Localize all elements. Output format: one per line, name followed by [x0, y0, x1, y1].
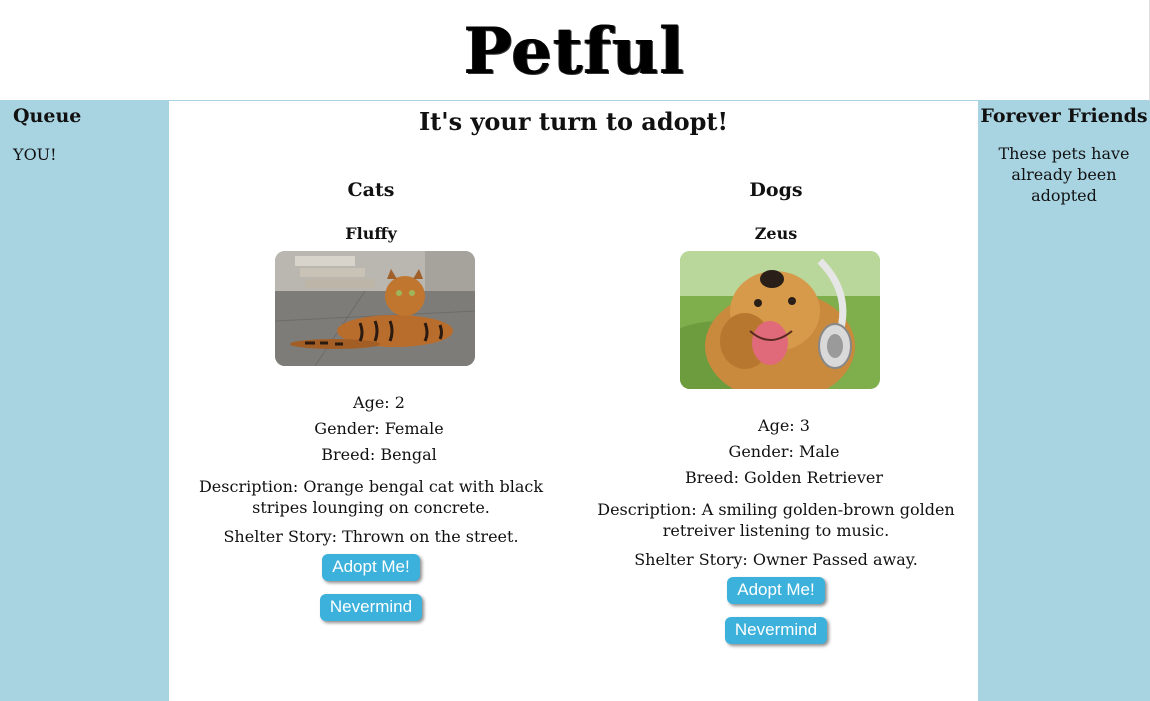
- app-logo: Petful: [463, 14, 686, 89]
- forever-friends-title: Forever Friends: [980, 105, 1148, 127]
- cat-name: Fluffy: [345, 224, 397, 243]
- queue-sidebar: Queue YOU!: [0, 101, 169, 701]
- queue-title: Queue: [13, 105, 82, 127]
- cat-details: Age: 2 Gender: Female Breed: Bengal Desc…: [169, 390, 573, 621]
- header: Petful: [0, 0, 1150, 101]
- forever-friends-sidebar: Forever Friends These pets have already …: [978, 101, 1150, 701]
- dog-photo: [680, 251, 880, 389]
- dog-nevermind-button[interactable]: Nevermind: [724, 617, 828, 644]
- dog-name: Zeus: [754, 224, 798, 243]
- cat-photo: [275, 251, 475, 366]
- cat-nevermind-button[interactable]: Nevermind: [319, 594, 423, 621]
- forever-friends-text: These pets have already been adopted: [998, 144, 1130, 205]
- page-heading: It's your turn to adopt!: [418, 107, 729, 136]
- dog-description: Description: A smiling golden-brown gold…: [597, 500, 955, 540]
- dog-shelter-story: Shelter Story: Owner Passed away.: [634, 550, 918, 569]
- adoption-main: It's your turn to adopt! Cats Fluffy Age…: [169, 101, 978, 701]
- cat-age: Age: 2: [353, 393, 405, 412]
- dog-adopt-button[interactable]: Adopt Me!: [727, 577, 825, 604]
- cat-description: Description: Orange bengal cat with blac…: [198, 477, 544, 517]
- dogs-section-title: Dogs: [749, 179, 803, 201]
- dog-gender: Gender: Male: [728, 442, 840, 461]
- dog-breed: Breed: Golden Retriever: [684, 468, 884, 487]
- cat-adopt-button[interactable]: Adopt Me!: [322, 554, 420, 581]
- dog-age: Age: 3: [758, 416, 810, 435]
- cat-breed: Breed: Bengal: [321, 445, 437, 464]
- cats-section-title: Cats: [347, 179, 395, 201]
- queue-item: YOU!: [13, 145, 57, 164]
- cat-shelter-story: Shelter Story: Thrown on the street.: [223, 527, 519, 546]
- dog-details: Age: 3 Gender: Male Breed: Golden Retrie…: [574, 413, 978, 644]
- cat-gender: Gender: Female: [314, 419, 444, 438]
